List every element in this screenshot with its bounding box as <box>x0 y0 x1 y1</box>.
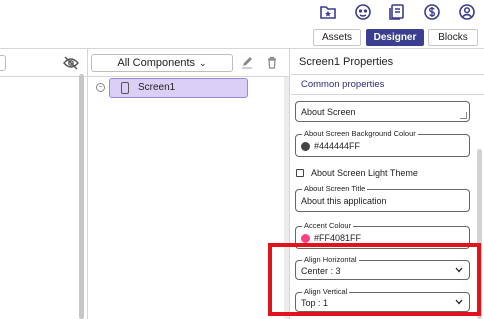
about-title-value: About this application <box>301 196 387 206</box>
collapse-icon[interactable]: − <box>96 83 105 92</box>
properties-title: Screen1 Properties <box>299 56 394 68</box>
mode-switcher-bar: Assets Designer Blocks <box>0 25 484 49</box>
docs-icon[interactable] <box>388 3 406 21</box>
divider <box>291 94 484 95</box>
blocks-button[interactable]: Blocks <box>428 29 478 46</box>
field-label: About Screen Background Colour <box>302 129 418 138</box>
components-filter-label: All Components <box>117 57 196 69</box>
color-swatch[interactable] <box>301 142 310 151</box>
field-label: Accent Colour <box>302 221 354 230</box>
left-scrollbar-thumb[interactable] <box>79 74 84 319</box>
eye-off-icon[interactable] <box>63 56 79 70</box>
pencil-icon[interactable] <box>241 56 253 69</box>
designer-button[interactable]: Designer <box>366 29 424 46</box>
tree-item-label: Screen1 <box>138 82 176 93</box>
divider <box>88 76 289 77</box>
accent-colour-value: #FF4081FF <box>314 233 362 243</box>
left-panel-edge <box>0 55 6 71</box>
color-swatch[interactable] <box>301 234 310 243</box>
tree-item-screen1[interactable]: Screen1 <box>109 78 248 98</box>
dollar-icon[interactable] <box>423 3 441 21</box>
background-colour-field[interactable]: About Screen Background Colour #444444FF <box>295 129 470 157</box>
light-theme-label: About Screen Light Theme <box>311 168 418 178</box>
about-screen-textarea[interactable]: About Screen <box>295 101 470 122</box>
highlight-annotation <box>268 243 481 316</box>
new-screen-icon[interactable] <box>319 3 337 21</box>
light-theme-checkbox[interactable] <box>296 169 304 177</box>
chevron-down-icon: ⌄ <box>199 58 207 68</box>
gallery-icon[interactable] <box>354 3 372 21</box>
about-screen-value: About Screen <box>301 107 356 117</box>
divider <box>291 74 484 75</box>
resize-grip-icon[interactable] <box>460 112 467 119</box>
top-toolbar <box>0 0 484 25</box>
trash-icon[interactable] <box>266 56 278 69</box>
divider <box>0 76 87 77</box>
field-label: About Screen Title <box>302 184 368 193</box>
assets-button[interactable]: Assets <box>313 29 361 46</box>
background-colour-value: #444444FF <box>314 141 361 151</box>
components-panel: All Components ⌄ − Screen1 <box>88 49 290 319</box>
components-filter-dropdown[interactable]: All Components ⌄ <box>91 54 233 72</box>
about-title-field[interactable]: About Screen Title About this applicatio… <box>295 184 470 212</box>
phone-icon <box>121 82 129 94</box>
common-properties-header[interactable]: Common properties <box>301 79 384 90</box>
left-panel <box>0 49 88 319</box>
account-icon[interactable] <box>458 3 476 21</box>
